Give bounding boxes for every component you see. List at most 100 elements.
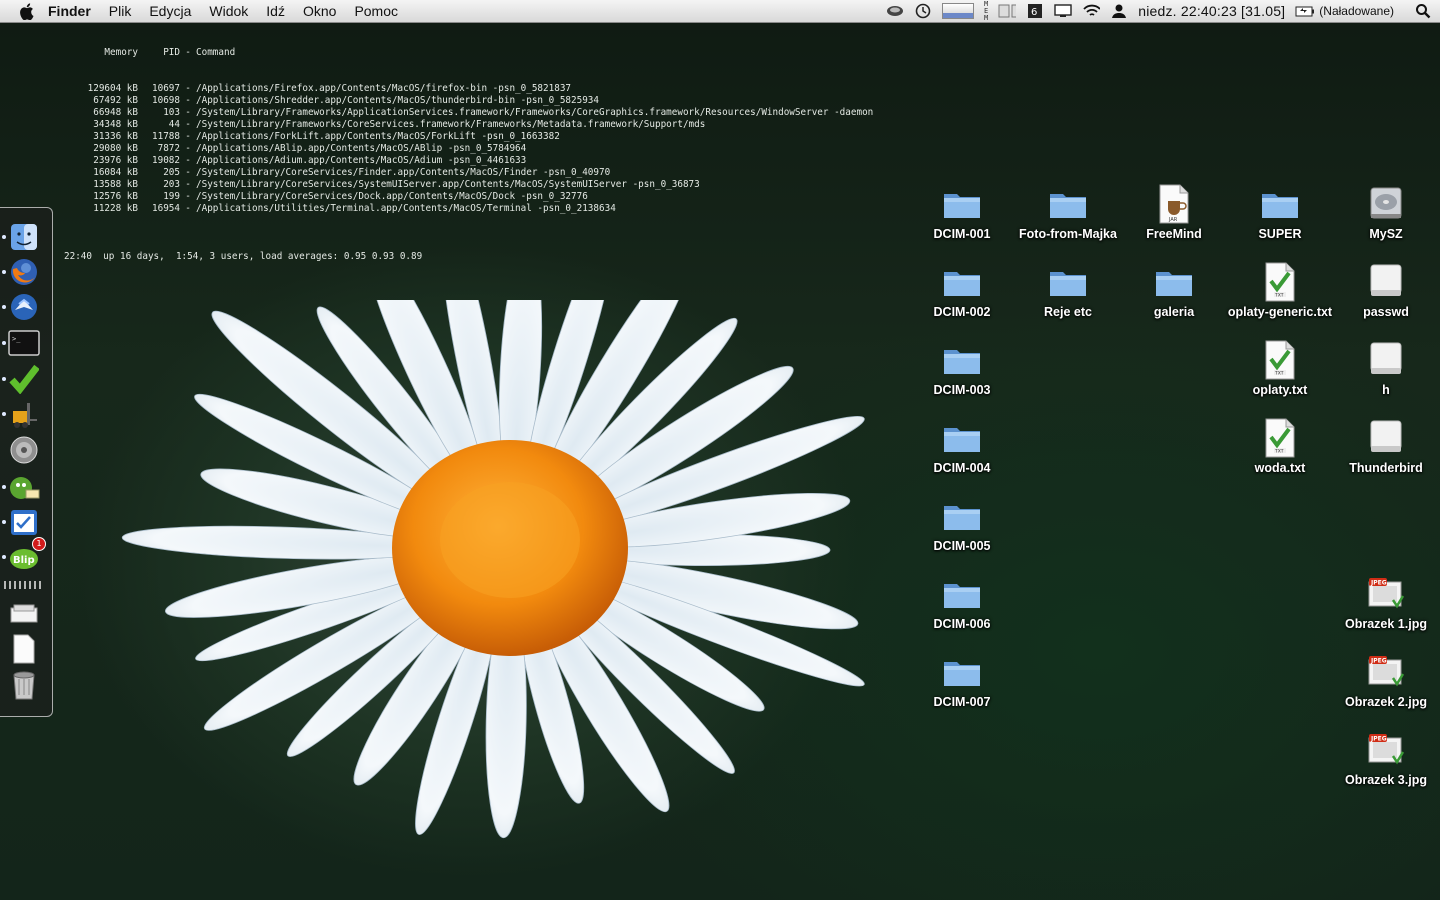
disk-io-meter-icon[interactable] bbox=[998, 3, 1017, 19]
process-separator: - bbox=[185, 203, 191, 214]
display-icon[interactable] bbox=[1054, 3, 1072, 19]
todo-app-icon[interactable] bbox=[6, 506, 42, 538]
menu-idz[interactable]: Idź bbox=[266, 3, 285, 19]
input-menu-icon[interactable]: 6 bbox=[1026, 3, 1044, 19]
desktop-icon[interactable]: TXT oplaty.txt bbox=[1227, 338, 1333, 398]
process-row: 129604 kB 10697-/Applications/Firefox.app… bbox=[58, 83, 958, 95]
folder-icon bbox=[940, 494, 984, 538]
documents-stack-icon[interactable] bbox=[6, 633, 42, 665]
process-memory: 16084 kB bbox=[93, 167, 138, 178]
desktop-icon[interactable]: DCIM-004 bbox=[909, 416, 1015, 476]
desktop-icon[interactable]: JAR FreeMind bbox=[1121, 182, 1227, 242]
menu-widok[interactable]: Widok bbox=[209, 3, 248, 19]
desktop-icon-label: h bbox=[1382, 383, 1390, 397]
txt-icon: TXT bbox=[1258, 338, 1302, 382]
desktop-icon[interactable]: DCIM-001 bbox=[909, 182, 1015, 242]
spotlight-icon[interactable] bbox=[1414, 3, 1432, 19]
process-row: 67492 kB 10698-/Applications/Shredder.app… bbox=[58, 95, 958, 107]
desktop-icon[interactable]: Foto-from-Majka bbox=[1015, 182, 1121, 242]
menubar-clock[interactable]: niedz. 22:40:23 [31.05] bbox=[1138, 3, 1285, 19]
menu-okno[interactable]: Okno bbox=[303, 3, 336, 19]
system-preferences-icon[interactable] bbox=[6, 434, 42, 466]
desktop-icon[interactable]: TXT oplaty-generic.txt bbox=[1227, 260, 1333, 320]
downloads-stack-icon[interactable] bbox=[6, 597, 42, 629]
desktop-icon-label: oplaty-generic.txt bbox=[1227, 305, 1333, 319]
wifi-icon[interactable] bbox=[1082, 3, 1101, 19]
process-separator: - bbox=[185, 167, 191, 178]
header-pid: PID bbox=[163, 47, 180, 58]
svg-text:>_: >_ bbox=[12, 335, 21, 343]
process-list-header: Memory PID - Command bbox=[58, 47, 958, 59]
desktop-icon[interactable]: h bbox=[1333, 338, 1439, 398]
firefox-icon[interactable] bbox=[6, 256, 42, 288]
desktop-icon-label: Obrazek 3.jpg bbox=[1345, 773, 1427, 787]
folder-icon bbox=[940, 260, 984, 304]
desktop-icon[interactable]: MySZ bbox=[1333, 182, 1439, 242]
process-memory: 66948 kB bbox=[93, 107, 138, 118]
process-memory: 29080 kB bbox=[93, 143, 138, 154]
desktop-icon[interactable]: JPEG Obrazek 1.jpg bbox=[1333, 572, 1439, 632]
process-list-overlay: Memory PID - Command 129604 kB 10697-/App… bbox=[58, 23, 958, 275]
menu-plik[interactable]: Plik bbox=[109, 3, 132, 19]
running-indicator bbox=[2, 235, 6, 239]
process-command: /System/Library/Frameworks/CoreServices.… bbox=[196, 119, 706, 130]
process-memory: 23976 kB bbox=[93, 155, 138, 166]
process-command: /Applications/Adium.app/Contents/MacOS/A… bbox=[196, 155, 527, 166]
desktop-icon[interactable]: DCIM-007 bbox=[909, 650, 1015, 710]
battery-label: (Naładowane) bbox=[1319, 4, 1394, 18]
desktop-icon[interactable]: DCIM-005 bbox=[909, 494, 1015, 554]
disk-icon[interactable] bbox=[886, 3, 904, 19]
desktop-icon-label: DCIM-003 bbox=[933, 383, 991, 397]
menu-edycja[interactable]: Edycja bbox=[149, 3, 191, 19]
running-indicator bbox=[2, 520, 6, 524]
desktop-icon[interactable]: TXT woda.txt bbox=[1227, 416, 1333, 476]
battery-status[interactable]: (Naładowane) bbox=[1295, 4, 1394, 18]
finder-icon[interactable] bbox=[6, 221, 42, 253]
apple-menu-icon[interactable] bbox=[16, 1, 36, 21]
jpeg-icon: JPEG bbox=[1364, 650, 1408, 694]
svg-text:Blip: Blip bbox=[13, 555, 35, 566]
process-pid: 203 bbox=[163, 179, 180, 190]
menu-pomoc[interactable]: Pomoc bbox=[354, 3, 398, 19]
forklift-icon[interactable] bbox=[6, 398, 42, 430]
desktop-icon[interactable]: galeria bbox=[1121, 260, 1227, 320]
process-row: 12576 kB 199-/System/Library/CoreServices… bbox=[58, 191, 958, 203]
process-row: 34348 kB 44-/System/Library/Frameworks/Co… bbox=[58, 119, 958, 131]
desktop-icon[interactable]: DCIM-002 bbox=[909, 260, 1015, 320]
desktop-icon-label: DCIM-007 bbox=[933, 695, 991, 709]
cpu-meter-icon[interactable] bbox=[942, 3, 974, 19]
mem-meter-icon[interactable]: MEM bbox=[984, 0, 988, 22]
desktop-icon[interactable]: Thunderbird bbox=[1333, 416, 1439, 476]
menu-finder[interactable]: Finder bbox=[48, 3, 91, 19]
desktop-icon-label: galeria bbox=[1153, 305, 1195, 319]
battery-icon bbox=[1295, 6, 1315, 16]
process-pid: 205 bbox=[163, 167, 180, 178]
desktop-icon[interactable]: Reje etc bbox=[1015, 260, 1121, 320]
thunderbird-icon[interactable] bbox=[6, 291, 42, 323]
process-separator: - bbox=[185, 83, 191, 94]
process-memory: 13588 kB bbox=[93, 179, 138, 190]
wallpaper-daisy bbox=[121, 300, 865, 839]
desktop-icon[interactable]: DCIM-003 bbox=[909, 338, 1015, 398]
desktop-icon[interactable]: DCIM-006 bbox=[909, 572, 1015, 632]
desktop-icon-label: oplaty.txt bbox=[1252, 383, 1308, 397]
process-command: /Applications/Firefox.app/Contents/MacOS… bbox=[196, 83, 572, 94]
process-separator: - bbox=[185, 191, 191, 202]
desktop-icon[interactable]: passwd bbox=[1333, 260, 1439, 320]
svg-text:JPEG: JPEG bbox=[1370, 658, 1387, 665]
desktop-icon[interactable]: JPEG Obrazek 2.jpg bbox=[1333, 650, 1439, 710]
desktop-icon-label: DCIM-005 bbox=[933, 539, 991, 553]
desktop-icon[interactable]: SUPER bbox=[1227, 182, 1333, 242]
folder-icon bbox=[940, 416, 984, 460]
trash-icon[interactable] bbox=[6, 669, 42, 701]
checkmark-app-icon[interactable] bbox=[6, 363, 42, 395]
desktop-icon-label: MySZ bbox=[1369, 227, 1403, 241]
time-machine-icon[interactable] bbox=[914, 3, 932, 19]
process-memory: 67492 kB bbox=[93, 95, 138, 106]
terminal-icon[interactable]: >_ bbox=[6, 327, 42, 359]
adium-icon[interactable] bbox=[6, 471, 42, 503]
desktop-icon[interactable]: JPEG Obrazek 3.jpg bbox=[1333, 728, 1439, 788]
desktop-icon-label: FreeMind bbox=[1146, 227, 1202, 241]
user-icon[interactable] bbox=[1110, 3, 1128, 19]
process-command: /System/Library/CoreServices/Finder.app/… bbox=[196, 167, 611, 178]
